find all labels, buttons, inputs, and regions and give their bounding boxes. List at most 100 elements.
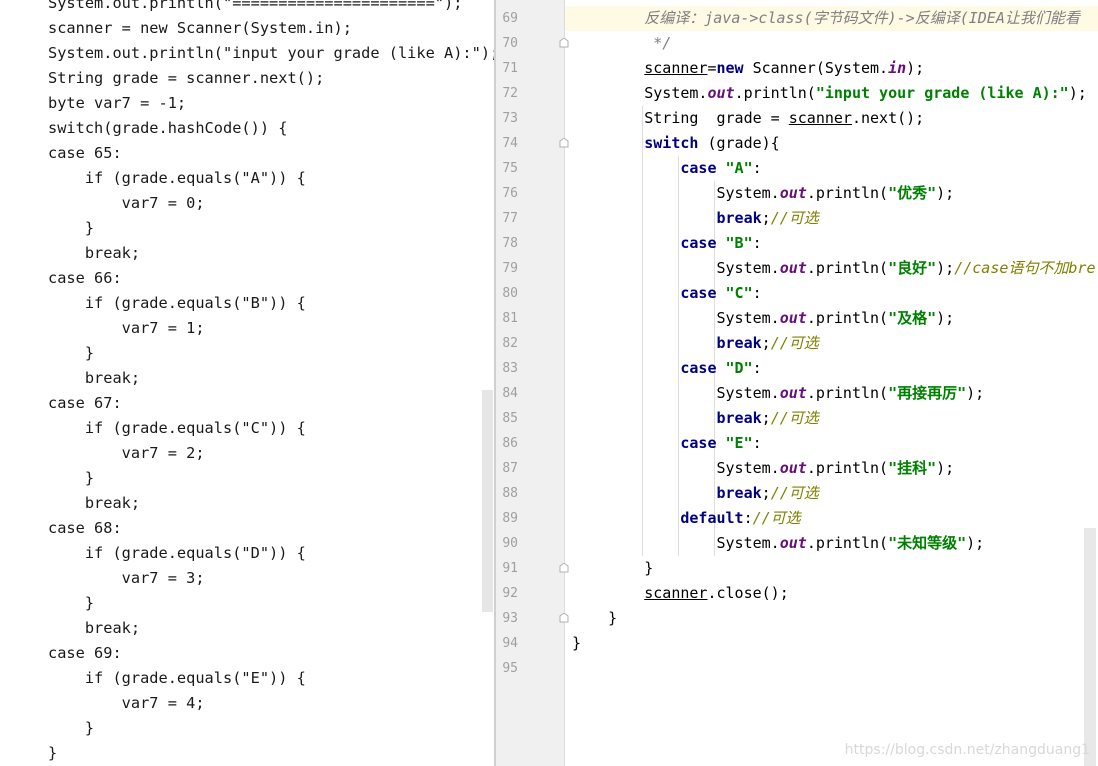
code-token: case [680,359,717,377]
code-token: : [743,509,753,527]
code-token: */ [653,34,672,52]
code-token: out [779,384,807,402]
line-number: 86 [502,436,518,451]
code-token: ); [1068,84,1087,102]
line-number: 84 [502,386,518,401]
fold-marker-icon[interactable] [559,38,569,48]
code-line: System.out.println("input your grade (li… [572,81,1087,106]
decompiled-code-line: break; [48,619,141,637]
code-token: break [716,209,762,227]
code-token: "C" [725,284,753,302]
code-line: break;//可选 [572,206,819,231]
line-number: 70 [502,36,518,51]
line-number: 76 [502,186,518,201]
code-token: System. [572,534,780,552]
code-token: //可选 [752,509,801,527]
decompiled-code-line: } [48,219,95,237]
code-token: ); [936,259,955,277]
code-line: System.out.println("优秀"); [572,181,954,206]
code-token: .println( [806,259,889,277]
code-token: out [779,459,807,477]
code-line: 反编译：java->class(字节码文件)->反编译(IDEA让我们能看 [572,6,1080,31]
code-line: scanner.close(); [572,581,789,606]
decompiled-code-line: var7 = 3; [48,569,205,587]
code-token: break [716,484,762,502]
code-line: scanner=new Scanner(System.in); [572,56,924,81]
code-line: System.out.println("再接再厉"); [572,381,984,406]
line-number-gutter[interactable]: 69 70 71 72 73 74 75 76 77 78 79 80 81 82 83 84 85 86 87 88… [496,0,564,766]
code-line: switch (grade){ [572,131,779,156]
left-scrollbar-thumb[interactable] [482,390,493,612]
code-token: System. [572,84,708,102]
decompiled-code-line: System.out.println("====================… [48,0,463,12]
code-token: System. [572,259,780,277]
decompiled-code-line: if (grade.equals("A")) { [48,169,306,187]
code-token: .println( [806,534,889,552]
code-token: ; [761,409,771,427]
code-token: System. [572,184,780,202]
code-token: 反编译：java->class(字节码文件)->反编译(IDEA让我们能看 [644,9,1080,27]
line-number: 81 [502,311,518,326]
code-token: .close(); [707,584,789,602]
decompiled-code-line: } [48,744,58,762]
code-token: System. [572,309,780,327]
code-token: default [680,509,744,527]
decompiled-code-line: if (grade.equals("E")) { [48,669,306,687]
code-token: //可选 [770,484,819,502]
fold-marker-icon[interactable] [559,138,569,148]
decompiled-code-line: } [48,594,95,612]
line-number: 92 [502,586,518,601]
fold-marker-icon[interactable] [559,563,569,573]
code-token: ); [936,184,955,202]
code-line: */ [572,31,671,56]
code-token: ; [761,334,771,352]
decompiled-code-line: System.out.println("input your grade (li… [48,44,494,62]
line-number: 80 [502,286,518,301]
line-number: 89 [502,511,518,526]
editor-scrollbar-thumb[interactable] [1084,528,1096,766]
code-token: in [888,59,907,77]
code-token: : [752,284,762,302]
decompiled-code-line: String grade = scanner.next(); [48,69,325,87]
code-token: //可选 [770,334,819,352]
decompiled-code-line: break; [48,494,141,512]
code-token: //可选 [770,409,819,427]
code-token: //case语句不加bre [954,259,1096,277]
code-line: default://可选 [572,506,801,531]
code-token: "及格" [888,309,937,327]
line-number: 83 [502,361,518,376]
watermark-text: https://blog.csdn.net/zhangduang1 [844,742,1090,758]
code-token: "再接再厉" [888,384,967,402]
source-editor[interactable]: 69 70 71 72 73 74 75 76 77 78 79 80 81 82 83 84 85 86 87 88… [496,0,1098,766]
code-line: System.out.println("未知等级"); [572,531,984,556]
gutter-border [564,0,565,766]
code-token: case [680,434,717,452]
decompiled-code-line: switch(grade.hashCode()) { [48,119,288,137]
code-line: case "C": [572,281,762,306]
code-token: System. [572,384,780,402]
decompiled-code-line: case 69: [48,644,122,662]
code-token: ); [966,534,985,552]
decompiled-code-line: var7 = 1; [48,319,205,337]
fold-marker-icon[interactable] [559,613,569,623]
code-line: } [572,556,653,581]
decompiled-code-line: var7 = 0; [48,194,205,212]
code-line: break;//可选 [572,481,819,506]
code-token: "优秀" [888,184,937,202]
decompiled-code-line: } [48,719,95,737]
decompiled-code-line: case 66: [48,269,122,287]
code-line: case "E": [572,431,761,456]
line-number: 95 [502,661,518,676]
code-token: out [779,309,807,327]
line-number: 94 [502,636,518,651]
decompiled-code-panel[interactable]: System.out.println("====================… [0,0,494,766]
code-token: System. [572,459,780,477]
code-token: break [716,334,762,352]
